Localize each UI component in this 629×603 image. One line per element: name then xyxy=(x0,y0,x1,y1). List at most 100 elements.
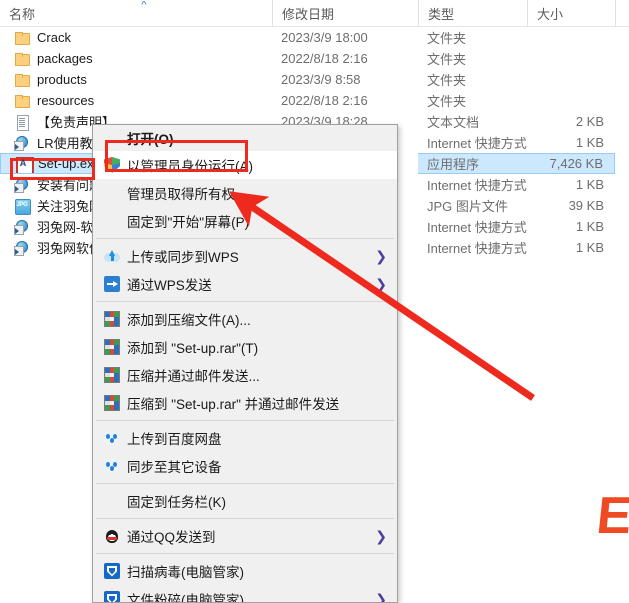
file-size-cell: 1 KB xyxy=(575,177,604,192)
menu-item-label: 添加到 "Set-up.rar"(T) xyxy=(127,341,259,356)
folder-icon xyxy=(14,72,30,88)
menu-item-send-via-qq[interactable]: 通过QQ发送到 ❯ xyxy=(93,522,397,550)
chevron-right-icon: ❯ xyxy=(375,276,387,292)
file-type-cell: JPG 图片文件 xyxy=(427,199,508,214)
file-name-label: resources xyxy=(37,93,95,108)
file-date-cell: 2023/3/9 8:58 xyxy=(281,72,361,87)
table-row[interactable]: resources 2022/8/18 2:16 文件夹 xyxy=(0,90,629,111)
menu-item-label: 通过WPS发送 xyxy=(127,278,212,293)
chevron-right-icon: ❯ xyxy=(375,591,387,603)
menu-item-label: 通过QQ发送到 xyxy=(127,530,216,545)
menu-item-send-via-wps[interactable]: 通过WPS发送 ❯ xyxy=(93,270,397,298)
menu-item-scan-virus[interactable]: 扫描病毒(电脑管家) xyxy=(93,557,397,585)
file-size-cell xyxy=(527,90,615,111)
menu-item-label: 打开(O) xyxy=(127,132,174,147)
menu-item-open[interactable]: 打开(O) xyxy=(93,125,397,151)
file-name-cell[interactable]: resources xyxy=(0,90,272,111)
file-type-cell: 文本文档 xyxy=(427,115,480,130)
winrar-icon xyxy=(101,310,123,328)
pc-manager-icon xyxy=(101,590,123,602)
file-size-cell xyxy=(527,69,615,90)
file-name-label: Crack xyxy=(37,30,71,45)
file-size-cell: 7,426 KB xyxy=(527,153,615,174)
internet-shortcut-icon xyxy=(14,240,30,256)
qq-icon xyxy=(101,527,123,545)
partial-logo-watermark: E xyxy=(597,495,629,537)
baidu-netdisk-icon xyxy=(101,457,123,475)
file-date-cell: 2022/8/18 2:16 xyxy=(281,51,368,66)
column-header-size-label: 大小 xyxy=(537,7,564,22)
internet-shortcut-icon xyxy=(14,135,30,151)
menu-item-label: 固定到任务栏(K) xyxy=(127,495,226,510)
file-name-cell[interactable]: packages xyxy=(0,48,272,69)
uac-shield-icon xyxy=(101,156,123,174)
column-header-type-label: 类型 xyxy=(428,7,455,22)
menu-item-pin-to-taskbar[interactable]: 固定到任务栏(K) xyxy=(93,487,397,515)
menu-item-compress-and-email[interactable]: 压缩并通过邮件发送... xyxy=(93,361,397,389)
folder-icon xyxy=(14,51,30,67)
wps-send-icon xyxy=(101,275,123,293)
column-header-date-label: 修改日期 xyxy=(282,7,335,22)
winrar-icon xyxy=(101,366,123,384)
menu-item-add-to-setup-rar[interactable]: 添加到 "Set-up.rar"(T) xyxy=(93,333,397,361)
column-header-name[interactable]: 名称 xyxy=(0,0,272,27)
table-row[interactable]: products 2023/3/9 8:58 文件夹 xyxy=(0,69,629,90)
file-date-cell: 2023/3/9 18:00 xyxy=(281,30,368,45)
menu-item-label: 添加到压缩文件(A)... xyxy=(127,313,251,328)
wps-cloud-icon xyxy=(101,247,123,265)
menu-separator xyxy=(96,553,394,554)
pc-manager-icon xyxy=(101,562,123,580)
menu-separator xyxy=(96,483,394,484)
menu-item-label: 文件粉碎(电脑管家) xyxy=(127,593,244,603)
menu-separator xyxy=(96,518,394,519)
winrar-icon xyxy=(101,338,123,356)
internet-shortcut-icon xyxy=(14,177,30,193)
file-type-cell: Internet 快捷方式 xyxy=(427,220,527,235)
file-size-cell: 1 KB xyxy=(575,135,604,150)
file-size-cell: 2 KB xyxy=(575,114,604,129)
table-row[interactable]: Crack 2023/3/9 18:00 文件夹 xyxy=(0,27,629,48)
text-file-icon xyxy=(14,114,30,131)
file-type-cell: 文件夹 xyxy=(427,52,467,67)
menu-item-label: 固定到"开始"屏幕(P) xyxy=(127,215,250,230)
menu-item-run-as-administrator[interactable]: 以管理员身份运行(A) xyxy=(93,151,397,179)
menu-separator xyxy=(96,420,394,421)
column-header-type[interactable]: 类型 xyxy=(418,0,527,27)
file-name-label: packages xyxy=(37,51,93,66)
menu-item-pin-to-start[interactable]: 固定到"开始"屏幕(P) xyxy=(93,207,397,235)
menu-item-take-ownership[interactable]: 管理员取得所有权 xyxy=(93,179,397,207)
file-type-cell: 应用程序 xyxy=(418,153,527,174)
internet-shortcut-icon xyxy=(14,219,30,235)
context-menu[interactable]: 打开(O) 以管理员身份运行(A) 管理员取得所有权 固定到"开始"屏幕(P) … xyxy=(92,124,398,603)
file-name-label: products xyxy=(37,72,87,87)
column-header-size[interactable]: 大小 xyxy=(527,0,615,27)
menu-item-upload-to-baidu-netdisk[interactable]: 上传到百度网盘 xyxy=(93,424,397,452)
menu-item-sync-to-other-devices[interactable]: 同步至其它设备 xyxy=(93,452,397,480)
file-size-cell: 1 KB xyxy=(575,219,604,234)
screenshot-root: 名称 ^ 修改日期 类型 大小 Crack 2023/3/9 18:00 文件夹… xyxy=(0,0,629,603)
file-size-cell: 39 KB xyxy=(568,198,604,213)
column-header-bar: 名称 ^ 修改日期 类型 大小 xyxy=(0,0,629,27)
chevron-right-icon: ❯ xyxy=(375,248,387,264)
table-row[interactable]: packages 2022/8/18 2:16 文件夹 xyxy=(0,48,629,69)
menu-item-add-to-archive[interactable]: 添加到压缩文件(A)... xyxy=(93,305,397,333)
file-date-cell: 2022/8/18 2:16 xyxy=(281,93,368,108)
menu-item-label: 压缩到 "Set-up.rar" 并通过邮件发送 xyxy=(127,397,340,412)
no-icon xyxy=(101,492,123,510)
jpg-icon: JPG xyxy=(14,198,31,215)
column-header-date[interactable]: 修改日期 xyxy=(272,0,418,27)
menu-item-label: 以管理员身份运行(A) xyxy=(127,159,253,174)
menu-item-upload-sync-wps[interactable]: 上传或同步到WPS ❯ xyxy=(93,242,397,270)
menu-item-label: 压缩并通过邮件发送... xyxy=(127,369,260,384)
column-header-spacer xyxy=(615,0,629,27)
column-header-name-label: 名称 xyxy=(9,7,36,22)
watermark-glyph: E xyxy=(597,495,629,537)
menu-item-compress-to-setup-rar-and-email[interactable]: 压缩到 "Set-up.rar" 并通过邮件发送 xyxy=(93,389,397,417)
file-name-cell[interactable]: products xyxy=(0,69,272,90)
file-name-cell[interactable]: Crack xyxy=(0,27,272,48)
no-icon xyxy=(101,212,123,230)
menu-separator xyxy=(96,238,394,239)
winrar-icon xyxy=(101,394,123,412)
folder-icon xyxy=(14,30,30,46)
menu-item-shred-file[interactable]: 文件粉碎(电脑管家) ❯ xyxy=(93,585,397,603)
